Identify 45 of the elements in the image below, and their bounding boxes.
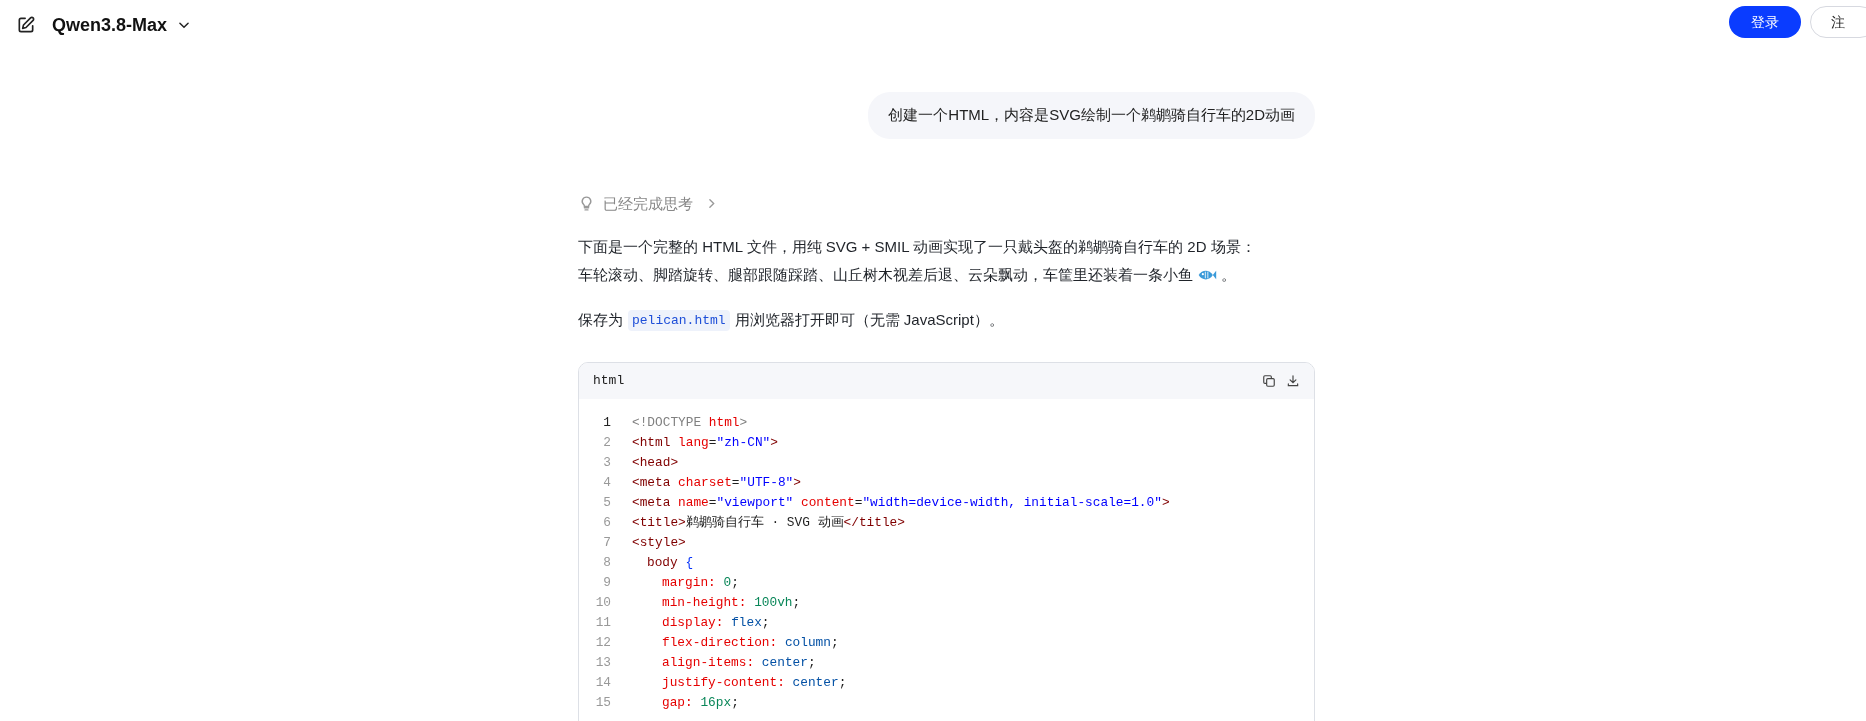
code-line: <!DOCTYPE html> (632, 413, 748, 432)
line-number: 6 (602, 513, 612, 532)
code-line: display: flex; (661, 613, 770, 632)
inline-code: pelican.html (628, 309, 730, 331)
line-number: 11 (594, 613, 612, 632)
line-number: 1 (602, 413, 612, 432)
thinking-toggle[interactable]: 已经完成思考 (603, 192, 693, 215)
code-line: <html lang="zh-CN"> (632, 433, 778, 452)
line-number: 15 (594, 693, 612, 712)
line-number: 5 (602, 493, 612, 512)
line-number: 12 (594, 633, 612, 652)
line-number: 7 (602, 533, 612, 552)
copy-icon[interactable] (1262, 373, 1276, 388)
answer-text: 下面是一个完整的 HTML 文件，用纯 SVG + SMIL 动画实现了一只戴头盔的鹈鹕骑自行车的 2D 场景： (578, 237, 1257, 257)
code-line: <meta charset="UTF-8"> (632, 473, 801, 492)
model-name[interactable]: Qwen3.8-Max (52, 11, 168, 39)
code-line: <meta name="viewport" content="width=device-width, initial-scale=1.0"> (632, 493, 1170, 512)
code-line: <style> (632, 533, 686, 552)
code-line: align-items: center; (661, 653, 816, 672)
answer-text: 。 (1221, 265, 1236, 285)
line-number: 4 (602, 473, 612, 492)
line-number: 10 (594, 593, 612, 612)
code-line: min-height: 100vh; (661, 593, 801, 612)
code-line: <head> (632, 453, 679, 472)
answer-text: 车轮滚动、脚踏旋转、腿部跟随踩踏、山丘树木视差后退、云朵飘动，车筐里还装着一条小鱼 (578, 265, 1193, 285)
line-number: 2 (602, 433, 612, 452)
code-line: gap: 16px; (661, 693, 739, 712)
line-number: 8 (602, 553, 612, 572)
user-message: 创建一个HTML，内容是SVG绘制一个鹈鹕骑自行车的2D动画 (868, 92, 1315, 139)
code-line: body { (646, 553, 694, 572)
code-language: html (593, 371, 625, 390)
code-line: justify-content: center; (661, 673, 847, 692)
code-line: margin: 0; (661, 573, 739, 592)
line-number: 3 (602, 453, 612, 472)
answer-text: 用浏览器打开即可（无需 JavaScript）。 (734, 310, 1004, 330)
download-icon[interactable] (1286, 373, 1300, 388)
code-line: <title>鹈鹕骑自行车 · SVG 动画</title> (632, 513, 905, 532)
register-button[interactable]: 注 (1810, 6, 1866, 38)
line-number: 14 (594, 673, 612, 692)
code-line: flex-direction: column; (661, 633, 839, 652)
edit-icon[interactable] (16, 15, 36, 35)
line-number: 9 (602, 573, 612, 592)
line-number: 13 (594, 653, 612, 672)
login-button[interactable]: 登录 (1729, 6, 1801, 38)
answer-text: 保存为 (578, 310, 623, 330)
